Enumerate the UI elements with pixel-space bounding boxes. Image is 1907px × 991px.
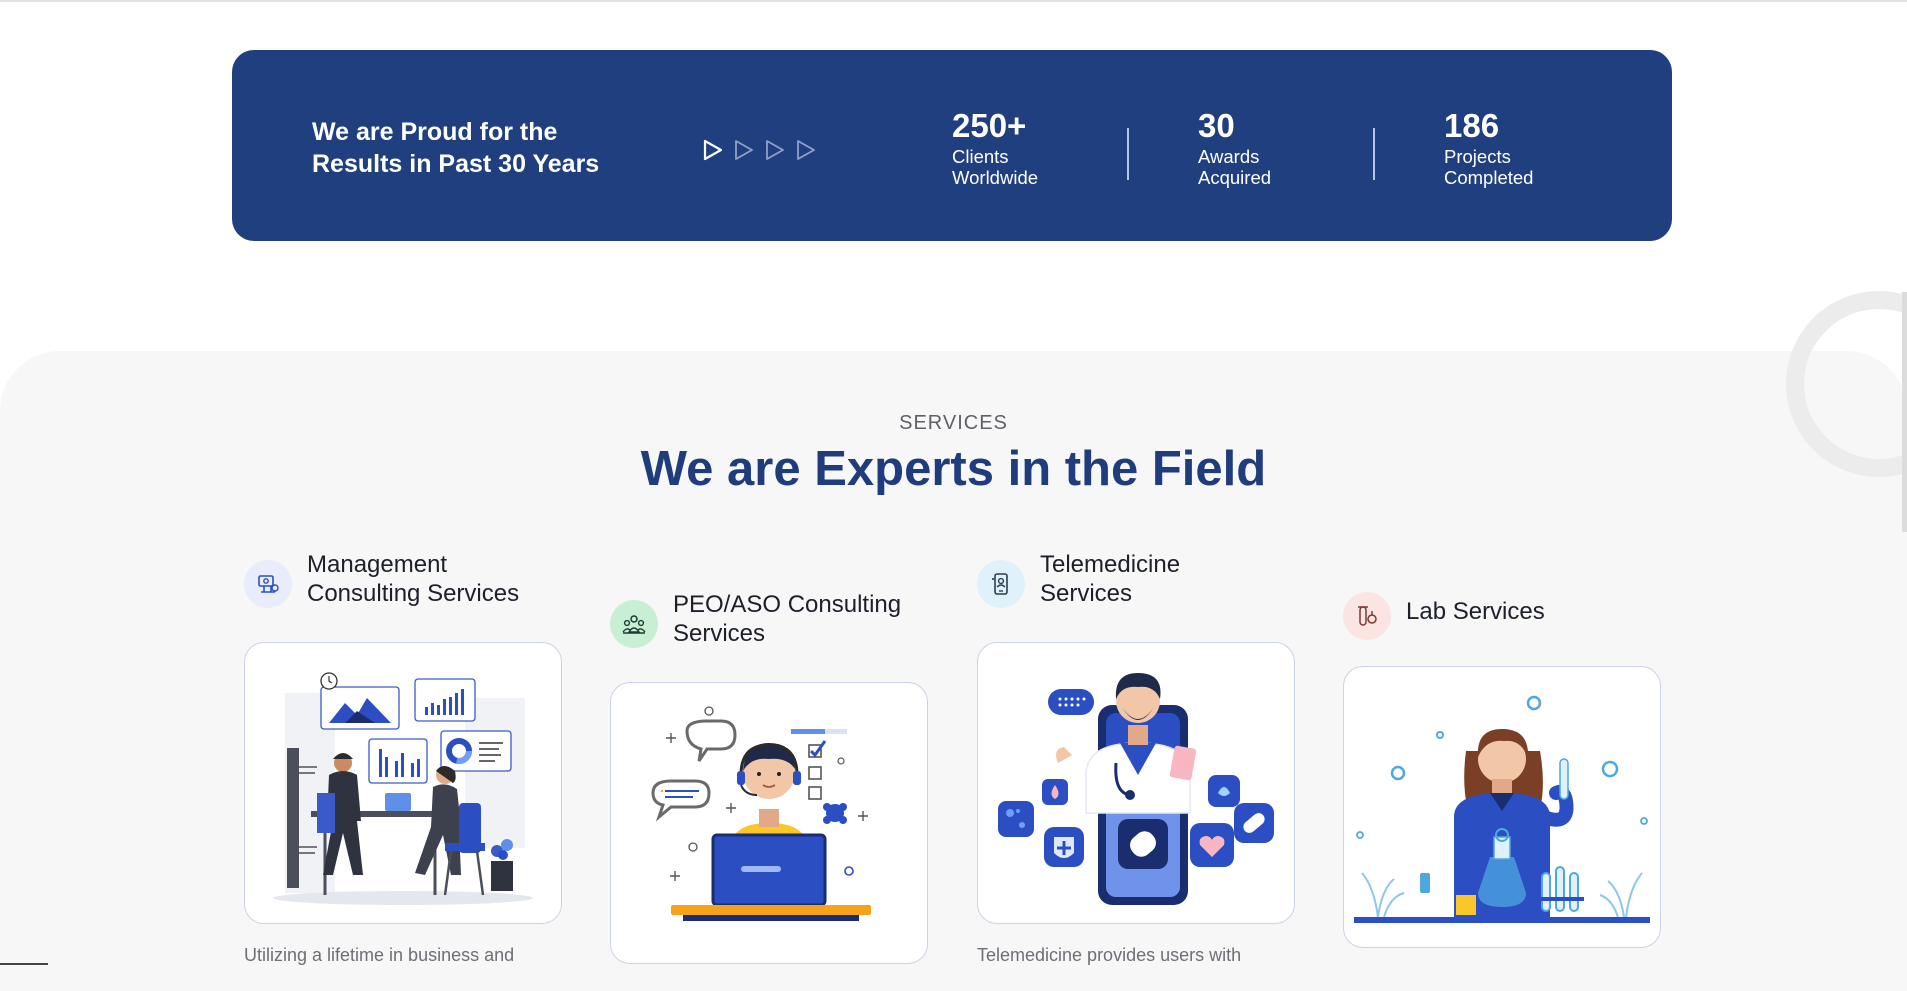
stat-label: Awards Acquired xyxy=(1198,146,1271,188)
service-illustration-card[interactable] xyxy=(610,682,928,964)
service-title[interactable]: Telemedicine Services xyxy=(1040,550,1310,608)
banner-headline: We are Proud for the Results in Past 30 … xyxy=(312,116,632,180)
banner-headline-line1: We are Proud for the xyxy=(312,118,558,146)
service-title-line[interactable]: Consulting Services xyxy=(307,579,577,608)
stat-label: Clients Worldwide xyxy=(952,146,1038,188)
play-arrow-icon xyxy=(735,140,753,160)
service-title[interactable]: PEO/ASO Consulting Services xyxy=(673,590,943,648)
service-title-line[interactable]: Lab Services xyxy=(1406,597,1676,626)
service-description: Utilizing a lifetime in business and xyxy=(244,945,515,965)
stat-clients: 250+ Clients Worldwide xyxy=(952,106,1038,188)
consulting-icon xyxy=(244,560,292,608)
service-description: Telemedicine provides users with xyxy=(977,945,1242,965)
stats-banner: We are Proud for the Results in Past 30 … xyxy=(232,50,1672,241)
stat-projects: 186 Projects Completed xyxy=(1444,106,1533,188)
team-icon xyxy=(610,600,658,648)
stat-label: Projects Completed xyxy=(1444,146,1533,188)
support-agent-illustration xyxy=(651,706,871,921)
stat-value: 250+ xyxy=(952,107,1027,144)
bottom-divider xyxy=(0,963,48,965)
service-header[interactable]: Management Consulting Services xyxy=(244,550,562,610)
stat-label-line: Worldwide xyxy=(952,167,1039,188)
service-header[interactable]: Telemedicine Services xyxy=(977,550,1295,610)
service-title[interactable]: Management Consulting Services xyxy=(307,550,577,608)
service-management-consulting[interactable]: Management Consulting Services Utilizing… xyxy=(244,550,562,965)
telemedicine-illustration xyxy=(998,673,1274,905)
stat-divider xyxy=(1127,128,1129,180)
service-illustration-card[interactable] xyxy=(977,642,1295,924)
stat-label-line: Acquired xyxy=(1198,167,1272,188)
stat-awards: 30 Awards Acquired xyxy=(1198,106,1271,188)
stat-label-line: Awards xyxy=(1198,146,1260,167)
service-peo-aso-consulting[interactable]: PEO/ASO Consulting Services xyxy=(610,590,928,964)
banner-headline-line2: Results in Past 30 Years xyxy=(312,150,600,178)
top-divider xyxy=(0,0,1907,2)
play-arrow-icon xyxy=(766,140,784,160)
play-arrow-icon xyxy=(797,140,815,160)
service-title-line[interactable]: PEO/ASO Consulting xyxy=(673,590,943,619)
business-meeting-illustration xyxy=(273,672,533,905)
service-title-line[interactable]: Management xyxy=(307,550,577,579)
service-header[interactable]: Lab Services xyxy=(1343,590,1661,650)
service-telemedicine[interactable]: Telemedicine Services Telemedicine provi… xyxy=(977,550,1295,965)
mobile-doctor-icon xyxy=(977,560,1025,608)
service-header[interactable]: PEO/ASO Consulting Services xyxy=(610,590,928,650)
lab-scientist-illustration xyxy=(1354,695,1650,923)
stat-value: 30 xyxy=(1198,107,1235,144)
service-title[interactable]: Lab Services xyxy=(1406,597,1676,626)
service-title-line[interactable]: Telemedicine xyxy=(1040,550,1310,579)
service-illustration-card[interactable] xyxy=(244,642,562,924)
stat-divider xyxy=(1373,128,1375,180)
stat-label-line: Clients xyxy=(952,146,1009,167)
stat-label-line: Projects xyxy=(1444,146,1511,167)
stat-value: 186 xyxy=(1444,107,1500,144)
section-eyebrow: SERVICES xyxy=(899,412,1008,434)
service-title-line[interactable]: Services xyxy=(1040,579,1310,608)
service-title-line[interactable]: Services xyxy=(673,619,943,648)
service-illustration-card[interactable] xyxy=(1343,666,1661,948)
play-arrow-icon xyxy=(703,139,723,161)
section-title: We are Experts in the Field xyxy=(640,442,1267,496)
service-lab[interactable]: Lab Services xyxy=(1343,590,1661,948)
stat-label-line: Completed xyxy=(1444,167,1534,188)
test-tube-icon xyxy=(1343,592,1391,640)
